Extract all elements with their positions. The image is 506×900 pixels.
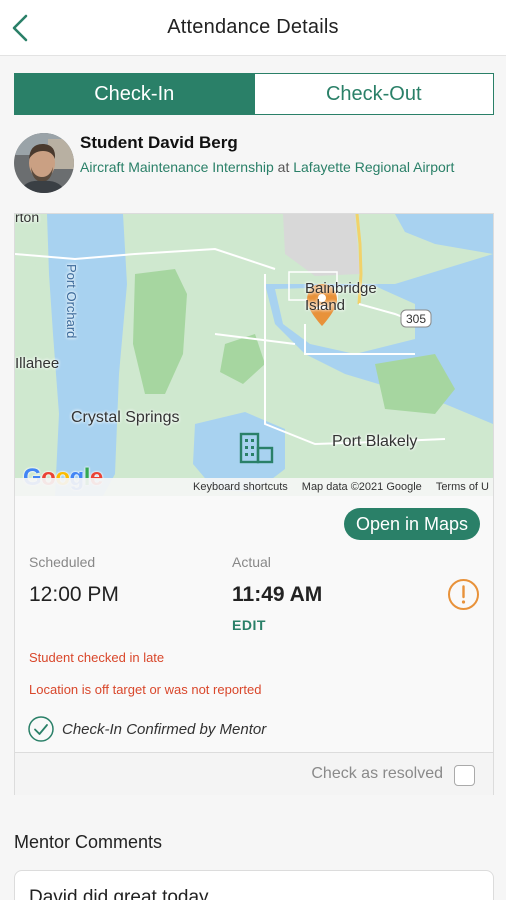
mentor-comment-box: David did great today — [14, 870, 494, 900]
student-info: Student David Berg Aircraft Maintenance … — [14, 130, 494, 200]
map-data-text: Map data ©2021 Google — [301, 481, 422, 493]
map-label-illahee: Illahee — [15, 355, 60, 372]
student-photo — [14, 133, 74, 193]
tab-check-in[interactable]: Check-In — [15, 74, 254, 114]
checkin-card: 305 rton Port Orchard Illahee Bainbridge… — [14, 213, 494, 795]
mentor-comment-text: David did great today — [29, 887, 209, 900]
confirmation-text: Check-In Confirmed by Mentor — [62, 720, 267, 738]
map-canvas: 305 — [15, 214, 493, 496]
resolve-checkbox[interactable] — [454, 765, 475, 786]
resolve-row: Check as resolved — [15, 752, 493, 795]
avatar — [14, 133, 74, 193]
scheduled-time: 12:00 PM — [29, 583, 119, 606]
checkin-checkout-tabs: Check-In Check-Out — [14, 73, 494, 115]
location-link[interactable]: Lafayette Regional Airport — [293, 159, 454, 175]
tab-check-out[interactable]: Check-Out — [253, 74, 494, 114]
open-in-maps-button[interactable]: Open in Maps — [343, 508, 480, 540]
student-name: Student David Berg — [80, 133, 238, 152]
map-label-port-orchard: Port Orchard — [64, 264, 79, 339]
keyboard-shortcuts-link[interactable]: Keyboard shortcuts — [193, 481, 288, 493]
page-title: Attendance Details — [167, 16, 339, 38]
program-link[interactable]: Aircraft Maintenance Internship — [80, 159, 274, 175]
map-label-port-blakely: Port Blakely — [332, 433, 418, 450]
resolve-label: Check as resolved — [311, 765, 443, 782]
mentor-comments-title: Mentor Comments — [14, 832, 163, 852]
program-connector: at — [277, 159, 290, 175]
location-map[interactable]: 305 rton Port Orchard Illahee Bainbridge… — [15, 214, 493, 496]
alert-late: Student checked in late — [29, 650, 165, 665]
map-label-crystal-springs: Crystal Springs — [71, 409, 180, 426]
student-program: Aircraft Maintenance Internship at Lafay… — [80, 157, 490, 177]
alert-location: Location is off target or was not report… — [29, 682, 262, 697]
edit-time-button[interactable]: EDIT — [232, 617, 266, 633]
check-circle-icon — [28, 716, 54, 742]
mentor-confirmation: Check-In Confirmed by Mentor — [28, 715, 266, 743]
map-attribution: Keyboard shortcuts Map data ©2021 Google… — [15, 478, 493, 496]
actual-label: Actual — [232, 554, 271, 570]
scheduled-label: Scheduled — [29, 554, 96, 570]
map-label-bainbridge: Bainbridge Island — [305, 280, 377, 314]
warning-icon[interactable] — [447, 578, 480, 611]
actual-time: 11:49 AM — [232, 583, 323, 606]
map-label-orton: rton — [15, 214, 40, 225]
terms-link[interactable]: Terms of U — [436, 481, 489, 493]
app-header: Attendance Details — [0, 0, 506, 56]
route-shield: 305 — [406, 312, 426, 326]
